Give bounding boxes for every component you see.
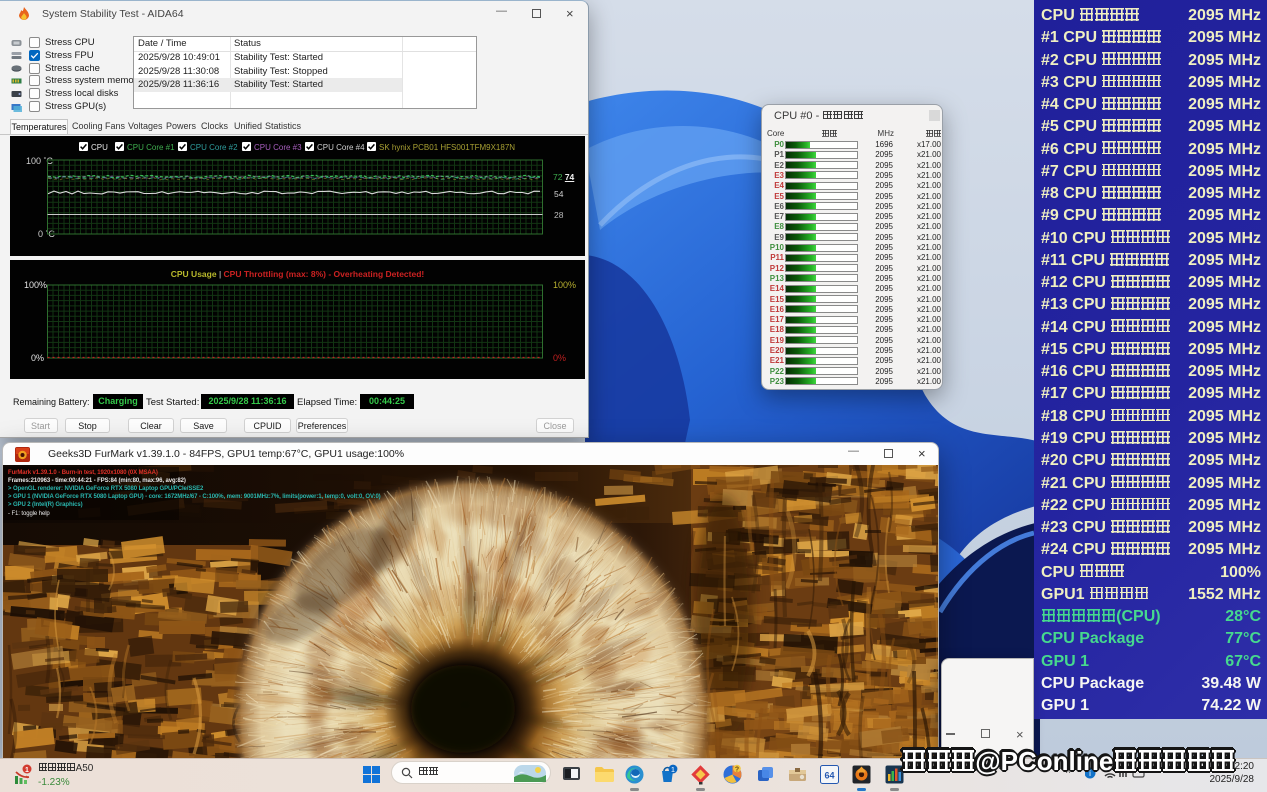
svg-text:?: ? — [735, 766, 739, 773]
svg-text:1: 1 — [671, 765, 675, 774]
svg-text:1: 1 — [25, 767, 29, 774]
svg-text:64: 64 — [824, 771, 834, 781]
